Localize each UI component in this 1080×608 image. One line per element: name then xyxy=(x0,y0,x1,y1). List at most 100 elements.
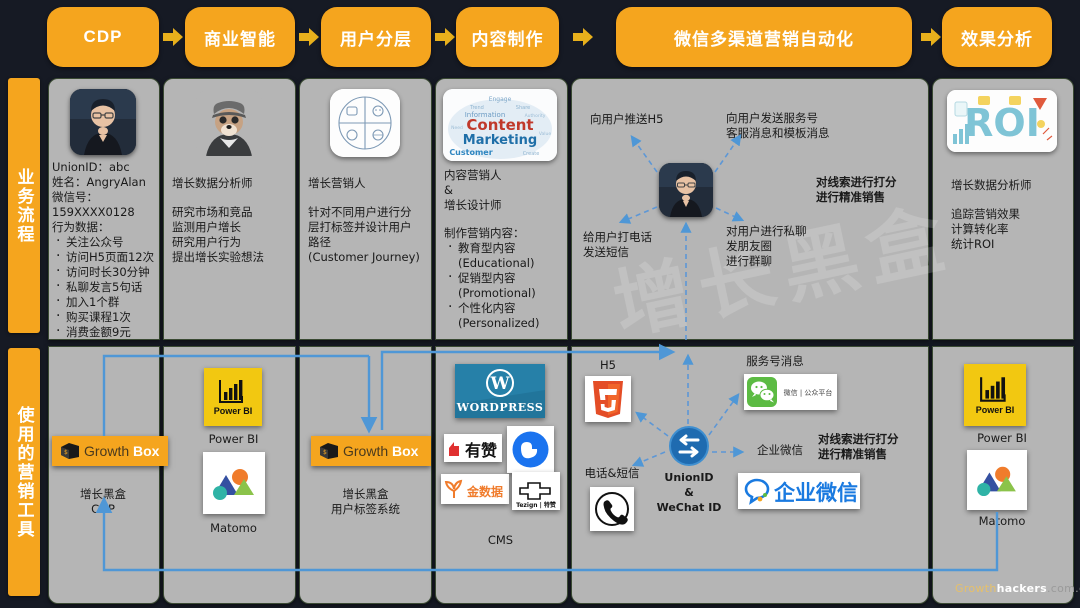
cdp-line-wechat-number: 159XXXX0128 xyxy=(52,205,135,219)
bi-role: 增长数据分析师 xyxy=(172,176,253,190)
duck-app-logo[interactable] xyxy=(507,426,554,473)
stage-content-production[interactable]: 内容制作 xyxy=(456,7,559,67)
segmentation-task: 针对不同用户进行分 xyxy=(308,205,412,219)
stage-cdp[interactable]: CDP xyxy=(47,7,159,67)
content-marketing-wordcloud: Engage Trend Share Information Authority… xyxy=(443,89,557,161)
list-item: 私聊发言5句话 xyxy=(56,279,160,295)
automation-annotation-push-h5: 向用户推送H5 xyxy=(590,112,664,126)
svg-text:有赞: 有赞 xyxy=(465,441,497,460)
content-task-cn: 促销型内容 xyxy=(458,271,516,285)
box-icon: $ xyxy=(320,443,338,459)
person-avatar-center xyxy=(659,163,713,217)
chevron-right-icon xyxy=(921,28,941,46)
persona-quadrant-icon xyxy=(330,89,400,157)
stage-user-segmentation[interactable]: 用户分层 xyxy=(321,7,431,67)
matomo-logo-analytics[interactable] xyxy=(967,450,1027,510)
phone-icon-logo[interactable] xyxy=(590,487,634,531)
tools-lead-scoring-note: 对线索进行打分 进行精准销售 xyxy=(818,432,899,461)
caption-powerbi-bi: Power BI xyxy=(208,432,259,446)
roi-illustration-icon: ROI xyxy=(947,90,1057,152)
row-label-business-process: 业务流程 xyxy=(8,78,40,333)
segmentation-role-text: 增长营销人 针对不同用户进行分 层打标签并设计用户 路径 (Customer J… xyxy=(308,176,430,265)
analytics-role-text: 增长数据分析师 追踪营销效果 计算转化率 统计ROI xyxy=(951,178,1071,252)
bi-task: 研究市场和竞品 xyxy=(172,205,253,219)
cdp-line-wechat-label: 微信号： xyxy=(52,190,98,204)
person-avatar-angryalan xyxy=(70,89,136,155)
list-item: 个性化内容 (Personalized) xyxy=(448,300,569,331)
segmentation-task: 路径 xyxy=(308,235,331,249)
powerbi-logo-analytics[interactable]: Power BI xyxy=(964,364,1026,426)
watermark-part-c: .com.cn xyxy=(1046,582,1080,595)
panel-tools-segmentation xyxy=(299,346,432,604)
caption-growthbox-segmentation: 增长黑盒 用户标签系统 xyxy=(331,487,400,516)
content-task-list: 教育型内容 (Educational) 促销型内容 (Promotional) … xyxy=(444,240,569,331)
growthbox-logo-cdp[interactable]: $ Growth Box xyxy=(52,436,168,466)
stage-label: 内容制作 xyxy=(471,29,544,49)
content-role: 增长设计师 xyxy=(444,198,502,212)
growthbox-logo-segmentation[interactable]: $ Growth Box xyxy=(311,436,431,466)
svg-text:金数据: 金数据 xyxy=(466,484,503,499)
panel-tools-cdp xyxy=(48,346,160,604)
cdp-line-unionid: UnionID：abc xyxy=(52,160,130,174)
row-label-marketing-tools: 使用的营销工具 xyxy=(8,348,40,596)
unionid-hub-label: UnionID & WeChat ID xyxy=(656,471,722,514)
shiba-dog-avatar xyxy=(196,90,262,156)
youzan-logo[interactable]: 有赞 xyxy=(444,434,502,462)
analytics-role: 增长数据分析师 xyxy=(951,178,1032,192)
powerbi-logo-bi[interactable]: Power BI xyxy=(204,368,262,426)
analytics-task: 统计ROI xyxy=(951,237,995,251)
svg-text:Content: Content xyxy=(466,116,533,134)
wordpress-logo[interactable]: W WORDPRESS xyxy=(455,364,545,418)
watermark-part-a: Growth xyxy=(955,582,997,595)
label-service-account-msg: 服务号消息 xyxy=(746,354,804,368)
stage-business-intelligence[interactable]: 商业智能 xyxy=(185,7,295,67)
svg-text:ROI: ROI xyxy=(964,101,1040,145)
svg-text:Need: Need xyxy=(451,125,463,131)
bi-task: 研究用户行为 xyxy=(172,235,241,249)
row-label-text: 使用的营销工具 xyxy=(14,405,34,539)
powerbi-icon xyxy=(219,380,243,403)
stage-label: 效果分析 xyxy=(961,29,1033,49)
unionid-hub-icon xyxy=(668,425,710,467)
content-task-en: (Educational) xyxy=(458,256,535,270)
svg-text:Engage: Engage xyxy=(489,96,512,103)
stage-label: 商业智能 xyxy=(204,29,276,49)
jinshuju-logo[interactable]: 金数据 xyxy=(441,474,509,504)
content-task-cn: 个性化内容 xyxy=(458,301,516,315)
box-icon: $ xyxy=(61,443,79,459)
wechat-official-account-logo[interactable]: 微信 | 公众平台 xyxy=(744,374,837,410)
stage-wechat-automation[interactable]: 微信多渠道营销自动化 xyxy=(616,7,912,67)
list-item: 访问时长30分钟 xyxy=(56,264,160,280)
svg-text:Tezign | 特赞: Tezign | 特赞 xyxy=(516,501,556,509)
svg-text:Marketing: Marketing xyxy=(463,133,537,148)
caption-cms: CMS xyxy=(487,533,514,547)
html5-logo[interactable] xyxy=(585,376,631,422)
site-watermark: Growthhackers.com.cn xyxy=(955,582,1080,595)
content-task-en: (Personalized) xyxy=(458,316,540,330)
matomo-logo-bi[interactable] xyxy=(203,452,265,514)
list-item: 访问H5页面12次 xyxy=(56,249,160,265)
content-role: 内容营销人 xyxy=(444,168,502,182)
caption-powerbi-analytics: Power BI xyxy=(977,431,1027,445)
chevron-right-icon xyxy=(573,28,593,46)
watermark-part-b: hackers xyxy=(996,582,1047,595)
cdp-profile-text: UnionID：abc 姓名：AngryAlan 微信号： 159XXXX012… xyxy=(52,160,160,340)
work-wechat-logo[interactable]: 企业微信 xyxy=(738,473,860,509)
matomo-icon xyxy=(977,466,1016,497)
tezign-logo[interactable]: Tezign | 特赞 xyxy=(512,472,560,510)
automation-annotation-private-chat: 对用户进行私聊 发朋友圈 进行群聊 xyxy=(726,224,807,268)
svg-text:微信 | 公众平台: 微信 | 公众平台 xyxy=(784,388,833,397)
chevron-right-icon xyxy=(163,28,183,46)
row-label-text: 业务流程 xyxy=(14,167,34,244)
automation-annotation-service-msg: 向用户发送服务号 客服消息和模板消息 xyxy=(726,111,830,140)
bi-task: 监测用户增长 xyxy=(172,220,241,234)
svg-text:Share: Share xyxy=(516,105,530,111)
powerbi-logo-label: Power BI xyxy=(975,405,1015,415)
stage-effect-analysis[interactable]: 效果分析 xyxy=(942,7,1052,67)
cdp-line-name: 姓名：AngryAlan xyxy=(52,175,146,189)
automation-annotation-call-sms: 给用户打电话 发送短信 xyxy=(583,230,652,259)
bi-role-text: 增长数据分析师 研究市场和竞品 监测用户增长 研究用户行为 提出增长实验想法 xyxy=(172,176,290,265)
caption-matomo-analytics: Matomo xyxy=(978,514,1026,528)
list-item: 购买课程1次 xyxy=(56,309,160,325)
segmentation-task: (Customer Journey) xyxy=(308,250,420,264)
